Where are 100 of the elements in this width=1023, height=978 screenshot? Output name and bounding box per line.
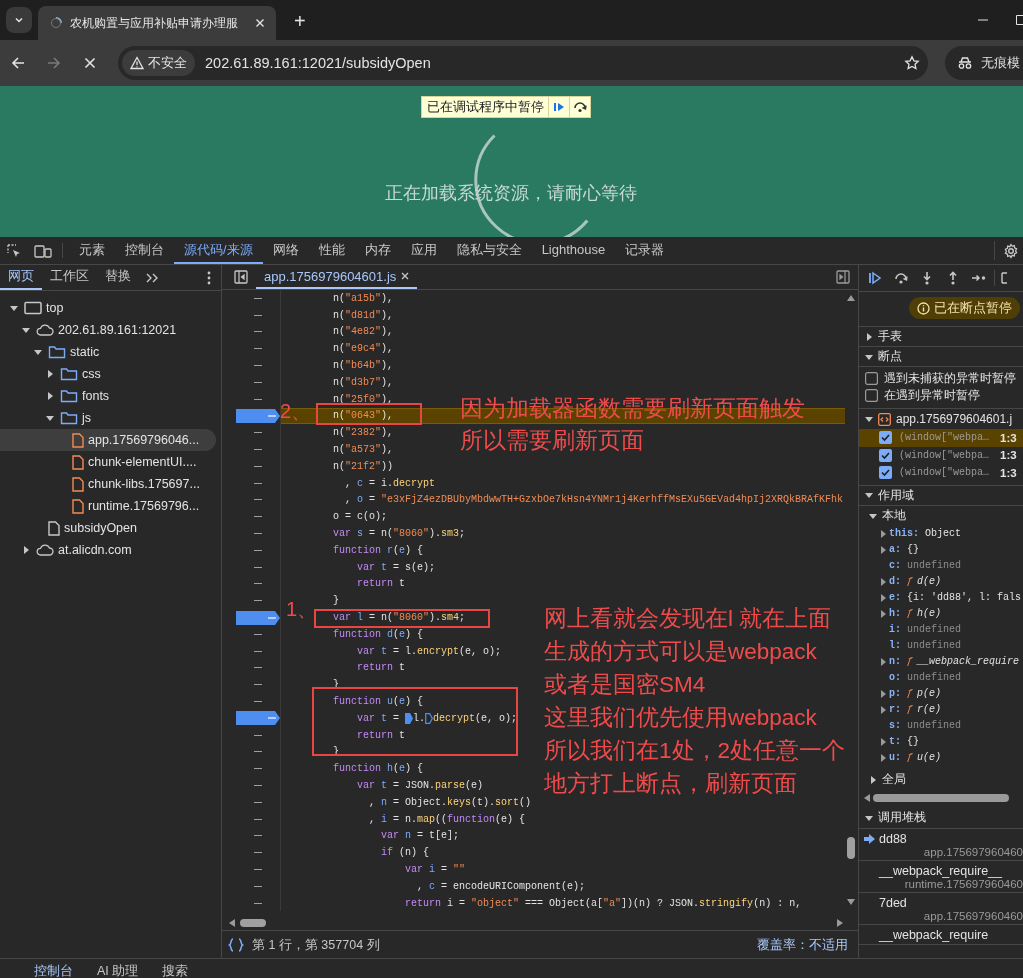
breakpoint-item[interactable]: (window["webpa… 1:3: [859, 446, 1023, 464]
devtools-tab[interactable]: 元素: [69, 237, 115, 264]
tree-item[interactable]: chunk-libs.175697...: [0, 473, 216, 495]
checkbox[interactable]: [865, 372, 878, 385]
triangle-down-icon[interactable]: [22, 326, 30, 334]
more-options-icon[interactable]: [207, 270, 211, 285]
section-header[interactable]: 作用域: [859, 484, 1023, 505]
scroll-left-icon[interactable]: [863, 792, 871, 803]
scrollbar-thumb[interactable]: [240, 918, 266, 927]
scope-variable[interactable]: c: undefined: [859, 557, 1023, 574]
triangle-down-icon[interactable]: [46, 414, 54, 422]
browser-tab[interactable]: 农机购置与应用补贴申请办理服: [38, 6, 276, 40]
triangle-right-icon[interactable]: [46, 392, 54, 400]
settings-icon[interactable]: [1003, 242, 1019, 259]
scrollbar-thumb[interactable]: [847, 837, 855, 859]
devtools-tab[interactable]: 记录器: [615, 237, 675, 264]
scope-variable[interactable]: o: undefined: [859, 669, 1023, 686]
stop-icon[interactable]: [82, 55, 98, 71]
scope-variable[interactable]: a: {}: [859, 541, 1023, 558]
drawer-tab[interactable]: AI 助理: [87, 959, 149, 978]
triangle-down-icon[interactable]: [865, 813, 873, 822]
scope-variable[interactable]: l: undefined: [859, 637, 1023, 654]
tree-item[interactable]: subsidyOpen: [0, 517, 216, 539]
devtools-tab[interactable]: Lighthouse: [531, 237, 616, 264]
tree-item[interactable]: 202.61.89.161:12021: [0, 319, 216, 341]
scroll-left-icon[interactable]: [228, 917, 236, 928]
breakpoint-marker-icon[interactable]: [236, 610, 280, 625]
step-over-button[interactable]: [568, 97, 590, 117]
double-chevron-icon[interactable]: [145, 271, 159, 284]
profile-button[interactable]: 无痕模: [945, 46, 1023, 80]
pretty-print-braces-icon[interactable]: [228, 938, 244, 952]
maximize-icon[interactable]: [1015, 14, 1023, 26]
inspect-element-icon[interactable]: [6, 242, 22, 259]
sidebar-toggle-icon[interactable]: [836, 270, 850, 284]
coverage-link[interactable]: 覆盖率：不适用: [757, 936, 848, 954]
tree-item[interactable]: css: [0, 363, 216, 385]
breakpoint-item[interactable]: (window["webpa… 1:3: [859, 464, 1023, 482]
section-header[interactable]: 调用堆栈: [859, 807, 1023, 828]
devtools-tab[interactable]: 性能: [308, 237, 355, 264]
scope-variable[interactable]: this: Object: [859, 525, 1023, 542]
scope-variable[interactable]: t: {}: [859, 733, 1023, 750]
call-frame[interactable]: 7ded app.175697960460: [859, 892, 1023, 925]
triangle-down-icon[interactable]: [869, 511, 877, 520]
devtools-tab[interactable]: 应用: [400, 237, 447, 264]
scope-variable[interactable]: u: ƒ u(e): [859, 749, 1023, 766]
navigator-tab[interactable]: 替换: [97, 265, 139, 290]
triangle-down-icon[interactable]: [865, 491, 873, 499]
forward-arrow-icon[interactable]: [46, 55, 62, 71]
tree-item[interactable]: app.17569796046...: [0, 429, 216, 451]
triangle-down-icon[interactable]: [865, 415, 873, 423]
triangle-right-icon[interactable]: [879, 657, 887, 666]
scroll-down-icon[interactable]: [846, 898, 856, 906]
inline-breakpoint-icon[interactable]: [425, 712, 434, 724]
scope-variable[interactable]: p: ƒ p(e): [859, 685, 1023, 702]
sidebar-toggle-icon[interactable]: [234, 270, 248, 284]
scope-variable[interactable]: r: ƒ r(e): [859, 701, 1023, 718]
scope-variable[interactable]: e: {i: 'dd88', l: fals: [859, 589, 1023, 606]
inline-breakpoint-icon[interactable]: [405, 712, 414, 724]
tree-item[interactable]: static: [0, 341, 216, 363]
checkbox[interactable]: [879, 466, 892, 480]
new-tab-button[interactable]: +: [286, 9, 314, 33]
back-arrow-icon[interactable]: [10, 55, 26, 71]
device-toolbar-icon[interactable]: [34, 242, 52, 259]
call-frame[interactable]: dd88 app.175697960460: [859, 828, 1023, 861]
checkbox[interactable]: [879, 448, 892, 462]
triangle-down-icon[interactable]: [865, 352, 873, 361]
bookmark-star-icon[interactable]: [904, 55, 920, 71]
triangle-right-icon[interactable]: [46, 370, 54, 378]
devtools-tab[interactable]: 网络: [262, 237, 309, 264]
drawer-tab[interactable]: 搜索: [152, 959, 199, 978]
address-bar[interactable]: 不安全 202.61.89.161:12021/subsidyOpen: [118, 46, 928, 80]
navigator-tab[interactable]: 工作区: [42, 265, 97, 290]
security-chip[interactable]: 不安全: [122, 50, 195, 76]
tree-item[interactable]: chunk-elementUI....: [0, 451, 216, 473]
devtools-tab[interactable]: 隐私与安全: [446, 237, 532, 264]
call-frame[interactable]: __webpack_require__ runtime.175697960460: [859, 860, 1023, 893]
resume-icon[interactable]: [868, 271, 882, 285]
tree-item[interactable]: runtime.17569796...: [0, 495, 216, 517]
scroll-up-icon[interactable]: [846, 294, 856, 302]
triangle-down-icon[interactable]: [10, 304, 18, 312]
drawer-tab[interactable]: 控制台: [24, 959, 83, 978]
scope-variable[interactable]: n: ƒ __webpack_require: [859, 653, 1023, 670]
triangle-right-icon[interactable]: [865, 332, 873, 341]
scroll-right-icon[interactable]: [836, 917, 844, 928]
navigator-tab[interactable]: 网页: [0, 265, 42, 290]
breakpoint-item[interactable]: (window["webpa… 1:3: [859, 429, 1023, 447]
breakpoint-marker-icon[interactable]: [236, 408, 280, 423]
tree-item[interactable]: fonts: [0, 385, 216, 407]
scope-variable[interactable]: i: undefined: [859, 621, 1023, 638]
scope-header[interactable]: 本地: [859, 504, 1023, 526]
file-tab[interactable]: app.1756979604601.js: [256, 265, 418, 289]
scope-header[interactable]: 全局: [859, 769, 1023, 790]
triangle-down-icon[interactable]: [34, 348, 42, 356]
devtools-tab[interactable]: 控制台: [115, 237, 174, 264]
devtools-tab[interactable]: 内存: [354, 237, 401, 264]
checkbox[interactable]: [879, 431, 892, 445]
section-header[interactable]: 手表: [859, 326, 1023, 346]
tree-item[interactable]: js: [0, 407, 216, 429]
scrollbar-thumb[interactable]: [873, 793, 1009, 802]
tree-item[interactable]: top: [0, 297, 216, 319]
